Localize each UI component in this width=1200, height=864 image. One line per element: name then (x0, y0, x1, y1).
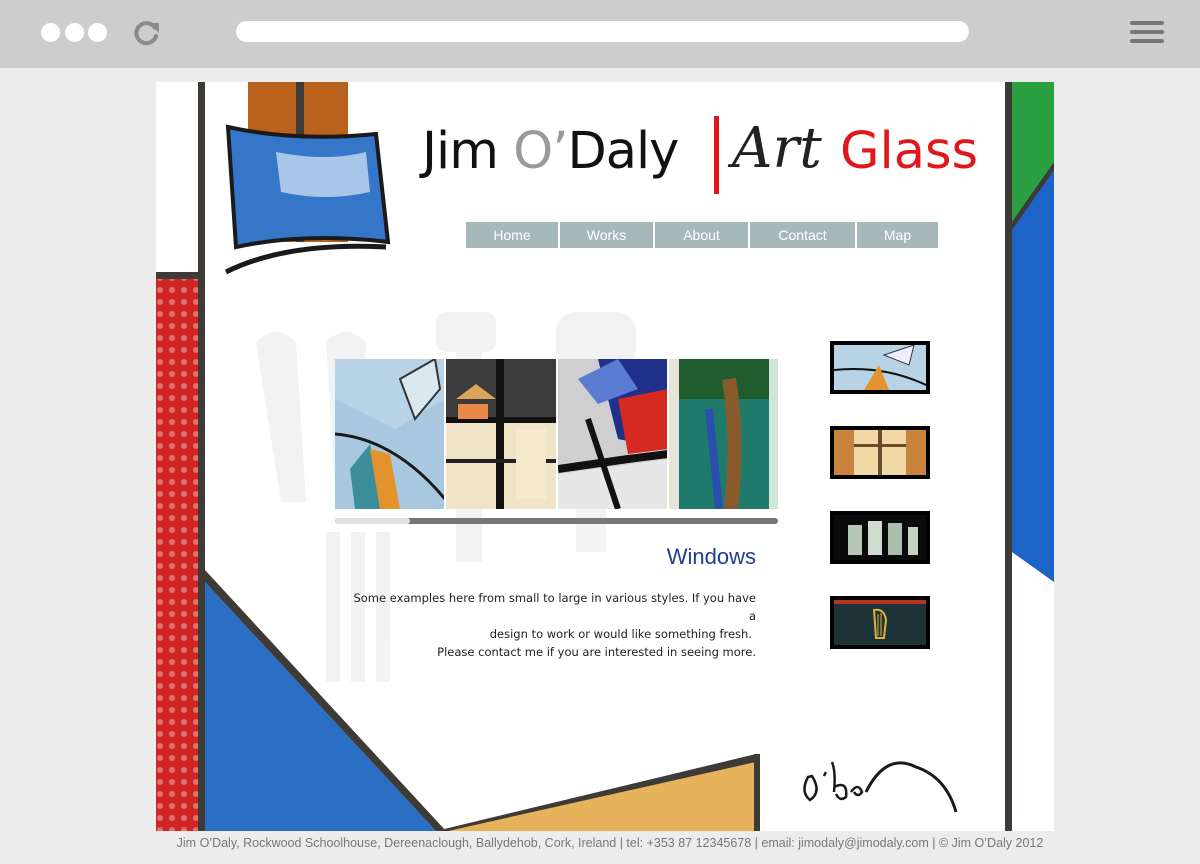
nav-home[interactable]: Home (466, 222, 560, 248)
nav-map[interactable]: Map (857, 222, 938, 248)
window-dot-icon (41, 23, 60, 42)
gallery-image[interactable] (557, 359, 667, 509)
web-page: Jim O’Daly Art Glass Home Works About Co… (156, 82, 1054, 831)
nav-about[interactable]: About (655, 222, 750, 248)
hamburger-menu-icon[interactable] (1130, 21, 1164, 45)
category-thumbnail[interactable] (830, 341, 930, 394)
gallery-scrollbar[interactable] (335, 518, 778, 524)
nav-works[interactable]: Works (560, 222, 655, 248)
gallery-image[interactable] (335, 359, 445, 509)
section-title: Windows (666, 544, 756, 569)
gallery-scroll-thumb[interactable] (335, 518, 410, 524)
category-thumbnail[interactable] (830, 511, 930, 564)
gallery-image[interactable] (668, 359, 778, 509)
logo-art: Art (732, 116, 822, 181)
reload-icon[interactable] (134, 20, 160, 46)
site-logo[interactable]: Jim O’Daly Art Glass (422, 114, 982, 194)
logo-name: Jim O’Daly (422, 122, 679, 181)
window-dot-icon (88, 23, 107, 42)
nav-contact[interactable]: Contact (750, 222, 857, 248)
section-description: Some examples here from small to large i… (353, 591, 756, 659)
category-thumbnail[interactable] (830, 596, 930, 649)
artist-signature (803, 761, 958, 813)
main-nav: Home Works About Contact Map (466, 222, 938, 248)
gallery-image[interactable] (446, 359, 556, 509)
logo-divider (714, 116, 719, 194)
logo-glass: Glass (840, 122, 979, 181)
browser-toolbar (0, 0, 1200, 68)
category-thumbnail[interactable] (830, 426, 930, 479)
window-dot-icon (65, 23, 84, 42)
address-bar[interactable] (236, 21, 969, 42)
page-footer: Jim O’Daly, Rockwood Schoolhouse, Dereen… (176, 836, 1044, 850)
gallery-strip[interactable] (335, 359, 778, 509)
